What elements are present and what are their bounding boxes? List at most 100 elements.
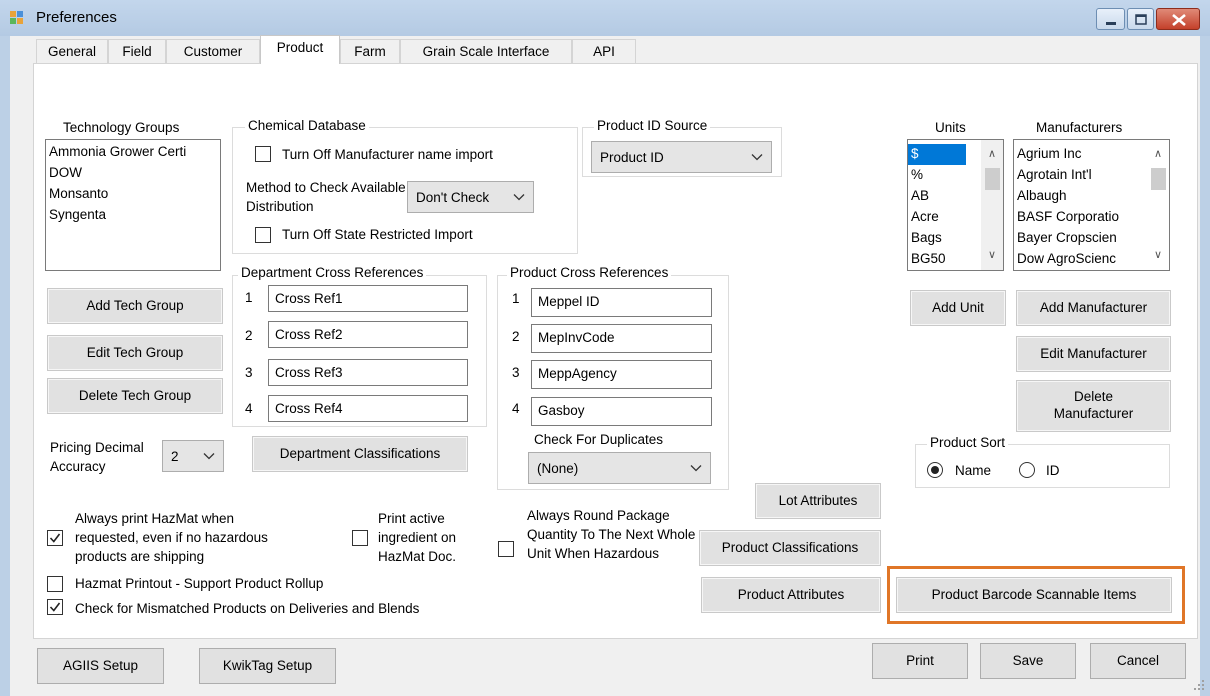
tab-field[interactable]: Field (108, 39, 166, 63)
list-item[interactable]: BASF Corporatio (1014, 207, 1169, 228)
department-cross-ref-2-input[interactable]: Cross Ref2 (268, 321, 468, 348)
always-round-package-label: Always Round Package Quantity To The Nex… (527, 508, 696, 561)
sort-name-label: Name (955, 463, 992, 478)
product-cross-ref-2-input[interactable]: MepInvCode (531, 324, 712, 353)
manufacturers-scrollbar[interactable]: ∧ ∨ (1147, 140, 1169, 270)
scroll-thumb[interactable] (1151, 168, 1166, 190)
hazmat-printout-rollup-checkbox[interactable] (47, 576, 63, 592)
product-classifications-button[interactable]: Product Classifications (699, 530, 881, 566)
save-button[interactable]: Save (980, 643, 1076, 679)
tab-farm[interactable]: Farm (340, 39, 400, 63)
tab-customer[interactable]: Customer (166, 39, 260, 63)
minimize-button[interactable] (1096, 8, 1125, 30)
row-number: 4 (512, 401, 520, 416)
list-item[interactable]: Albaugh (1014, 186, 1169, 207)
sort-id-radio[interactable] (1019, 462, 1035, 478)
product-sort-label: Product Sort (927, 435, 1009, 450)
edit-manufacturer-button[interactable]: Edit Manufacturer (1016, 336, 1171, 372)
list-item[interactable]: DOW (46, 163, 220, 184)
turn-off-state-restricted-checkbox[interactable] (255, 227, 271, 243)
row-number: 3 (245, 365, 253, 380)
delete-tech-group-button[interactable]: Delete Tech Group (47, 378, 223, 414)
scroll-thumb[interactable] (985, 168, 1000, 190)
chevron-down-icon (690, 465, 702, 472)
list-item[interactable]: Ammonia Grower Certi (46, 142, 220, 163)
chemical-database-label: Chemical Database (245, 118, 369, 133)
pricing-decimal-select[interactable]: 2 (162, 440, 224, 472)
cancel-button[interactable]: Cancel (1090, 643, 1186, 679)
product-cross-references-label: Product Cross References (507, 265, 672, 280)
edit-tech-group-button[interactable]: Edit Tech Group (47, 335, 223, 371)
check-for-duplicates-value: (None) (537, 460, 579, 476)
list-item[interactable]: Syngenta (46, 205, 220, 226)
turn-off-state-restricted-label: Turn Off State Restricted Import (282, 227, 473, 242)
always-print-hazmat-label: Always print HazMat when requested, even… (75, 511, 268, 564)
scroll-up-icon[interactable]: ∧ (1147, 146, 1169, 163)
pricing-decimal-value: 2 (171, 448, 179, 464)
checkmark-icon (49, 602, 61, 612)
close-icon (1172, 14, 1186, 26)
add-unit-button[interactable]: Add Unit (910, 290, 1006, 326)
row-number: 1 (245, 290, 253, 305)
list-item[interactable]: Dow AgroScienc (1014, 249, 1169, 270)
resize-grip-icon[interactable] (1192, 678, 1206, 692)
add-tech-group-button[interactable]: Add Tech Group (47, 288, 223, 324)
list-item[interactable]: Monsanto (46, 184, 220, 205)
product-attributes-button[interactable]: Product Attributes (701, 577, 881, 613)
product-cross-ref-4-input[interactable]: Gasboy (531, 397, 712, 426)
turn-off-manufacturer-import-checkbox[interactable] (255, 146, 271, 162)
product-id-source-select[interactable]: Product ID (591, 141, 772, 173)
product-cross-ref-3-input[interactable]: MeppAgency (531, 360, 712, 389)
sort-name-radio[interactable] (927, 462, 943, 478)
technology-groups-list[interactable]: Ammonia Grower Certi DOW Monsanto Syngen… (45, 139, 221, 271)
row-number: 2 (512, 329, 520, 344)
lot-attributes-button[interactable]: Lot Attributes (755, 483, 881, 519)
list-item[interactable]: Agrotain Int'l (1014, 165, 1169, 186)
maximize-button[interactable] (1127, 8, 1154, 30)
kwiktag-setup-button[interactable]: KwikTag Setup (199, 648, 336, 684)
checkmark-icon (49, 533, 61, 543)
method-to-check-select[interactable]: Don't Check (407, 181, 534, 213)
tab-product[interactable]: Product (260, 35, 340, 64)
row-number: 1 (512, 291, 520, 306)
scroll-down-icon[interactable]: ∨ (1147, 247, 1169, 264)
always-round-package-checkbox[interactable] (498, 541, 514, 557)
scroll-down-icon[interactable]: ∨ (981, 247, 1003, 264)
units-list[interactable]: $ % AB Acre Bags BG50 ∧ ∨ (907, 139, 1004, 271)
list-item[interactable]: Bayer Cropscien (1014, 228, 1169, 249)
list-item[interactable]: Agrium Inc (1014, 144, 1169, 165)
department-cross-ref-3-input[interactable]: Cross Ref3 (268, 359, 468, 386)
add-manufacturer-button[interactable]: Add Manufacturer (1016, 290, 1171, 326)
list-item[interactable]: $ (908, 144, 966, 165)
agiis-setup-button[interactable]: AGIIS Setup (37, 648, 164, 684)
department-classifications-button[interactable]: Department Classifications (252, 436, 468, 472)
units-scrollbar[interactable]: ∧ ∨ (981, 140, 1003, 270)
manufacturers-list[interactable]: Agrium Inc Agrotain Int'l Albaugh BASF C… (1013, 139, 1170, 271)
scroll-up-icon[interactable]: ∧ (981, 146, 1003, 163)
manufacturers-label: Manufacturers (1036, 120, 1123, 135)
department-cross-ref-4-input[interactable]: Cross Ref4 (268, 395, 468, 422)
technology-groups-label: Technology Groups (63, 120, 180, 135)
app-icon (10, 11, 24, 25)
department-cross-ref-1-input[interactable]: Cross Ref1 (268, 285, 468, 312)
title-bar[interactable]: Preferences (0, 0, 1210, 36)
method-to-check-value: Don't Check (416, 189, 490, 205)
preferences-window: Preferences General Field Customer Produ… (0, 0, 1210, 696)
hazmat-printout-rollup-label: Hazmat Printout - Support Product Rollup (75, 576, 324, 591)
delete-manufacturer-button[interactable]: Delete Manufacturer (1016, 380, 1171, 432)
tab-general[interactable]: General (36, 39, 108, 63)
product-cross-ref-1-input[interactable]: Meppel ID (531, 288, 712, 317)
print-button[interactable]: Print (872, 643, 968, 679)
row-number: 4 (245, 401, 253, 416)
print-active-ingredient-label: Print active ingredient on HazMat Doc. (378, 511, 457, 564)
check-mismatched-label: Check for Mismatched Products on Deliver… (75, 601, 420, 616)
tab-grain-scale-interface[interactable]: Grain Scale Interface (400, 39, 572, 63)
check-mismatched-checkbox[interactable] (47, 599, 63, 615)
close-button[interactable] (1156, 8, 1200, 30)
always-print-hazmat-checkbox[interactable] (47, 530, 63, 546)
check-for-duplicates-select[interactable]: (None) (528, 452, 711, 484)
department-cross-references-label: Department Cross References (238, 265, 427, 280)
print-active-ingredient-checkbox[interactable] (352, 530, 368, 546)
pricing-decimal-label: Pricing Decimal Accuracy (50, 440, 144, 474)
tab-api[interactable]: API (572, 39, 636, 63)
